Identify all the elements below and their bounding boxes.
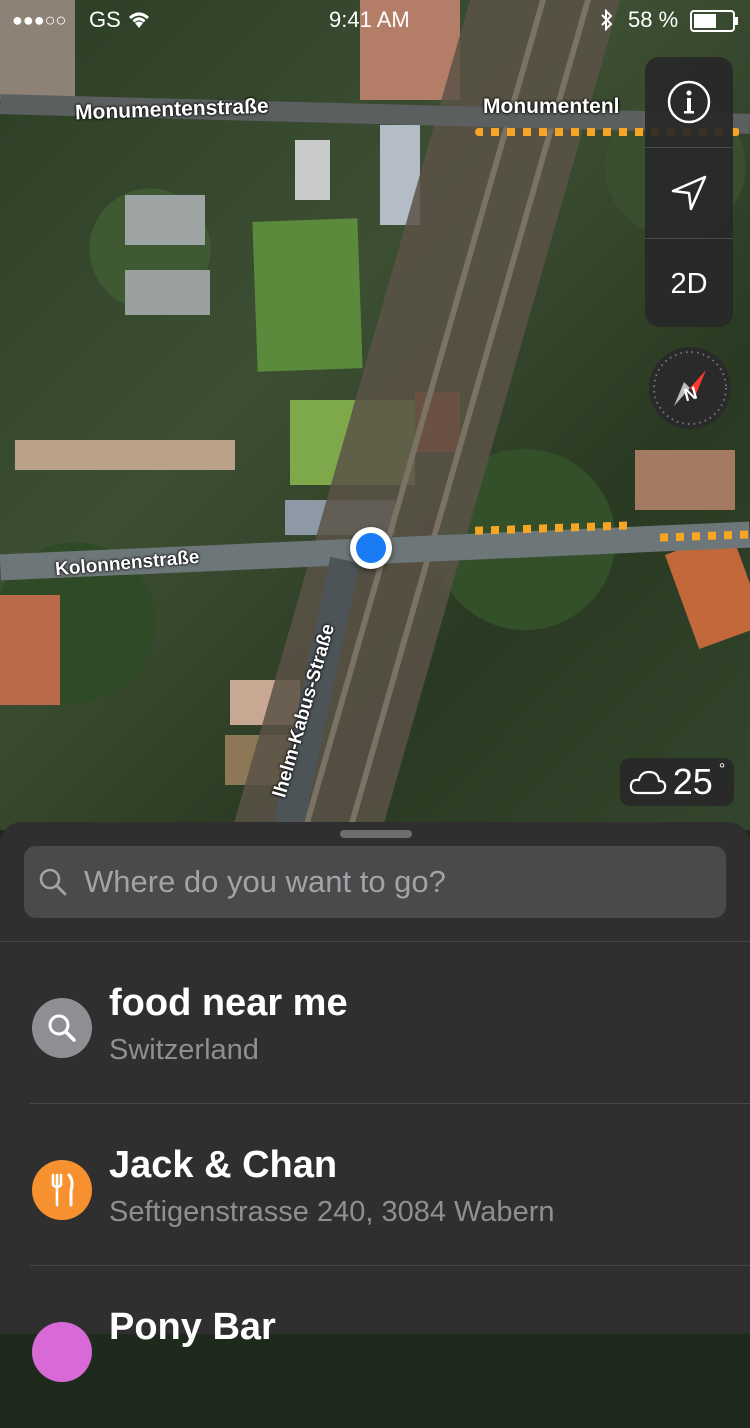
building [125, 270, 210, 315]
result-title: food near me [109, 982, 348, 1024]
temperature: 25 [672, 761, 713, 802]
2d-toggle-button[interactable]: 2D [645, 239, 733, 327]
compass-button[interactable]: N [648, 346, 732, 430]
building [295, 140, 330, 200]
user-location-dot[interactable] [350, 527, 392, 569]
locate-me-button[interactable] [645, 148, 733, 239]
result-item[interactable]: Jack & Chan Seftigenstrasse 240, 3084 Wa… [0, 1104, 750, 1266]
sports-field [252, 218, 363, 372]
result-icon-circle [32, 998, 92, 1058]
weather-badge: 25 ° [620, 758, 734, 806]
status-bar: ●●●○○ GS 9:41 AM 58 % [0, 0, 750, 40]
search-sheet: food near me Switzerland Jack & Chan Sef… [0, 822, 750, 1382]
building [635, 450, 735, 510]
info-button[interactable] [645, 57, 733, 148]
result-title: Pony Bar [109, 1306, 276, 1348]
result-subtitle: Switzerland [109, 1034, 259, 1066]
battery-percent: 58 % [628, 7, 679, 32]
result-subtitle: Seftigenstrasse 240, 3084 Wabern [109, 1196, 555, 1228]
compass-icon: N [649, 347, 731, 429]
map-controls: 2D [645, 57, 733, 327]
sheet-grabber[interactable] [340, 830, 412, 838]
wifi-icon [126, 9, 152, 35]
location-arrow-icon [671, 175, 707, 211]
result-icon-circle [32, 1322, 92, 1382]
satellite-map[interactable]: Monumentenstraße Monumentenl Kolonnenstr… [0, 0, 750, 830]
fork-knife-icon [51, 1173, 74, 1207]
clock: 9:41 AM [329, 7, 410, 32]
building [0, 595, 60, 705]
search-bar[interactable] [24, 846, 726, 918]
signal-dots: ●●●○○ [12, 10, 67, 30]
search-icon [48, 1014, 76, 1042]
bluetooth-icon [600, 8, 614, 37]
battery-icon [690, 10, 740, 38]
road-label: Monumentenl [483, 95, 620, 118]
result-title: Jack & Chan [109, 1144, 338, 1186]
result-icon-circle [32, 1160, 92, 1220]
info-icon [667, 80, 711, 124]
building [125, 195, 205, 245]
search-input[interactable] [82, 863, 706, 901]
cloud-icon [629, 770, 666, 795]
building [15, 440, 235, 470]
result-item[interactable]: food near me Switzerland [0, 942, 750, 1104]
carrier-label: GS [89, 7, 121, 32]
result-item[interactable]: Pony Bar [0, 1266, 750, 1428]
search-icon [39, 868, 67, 896]
degree-symbol: ° [718, 761, 726, 778]
